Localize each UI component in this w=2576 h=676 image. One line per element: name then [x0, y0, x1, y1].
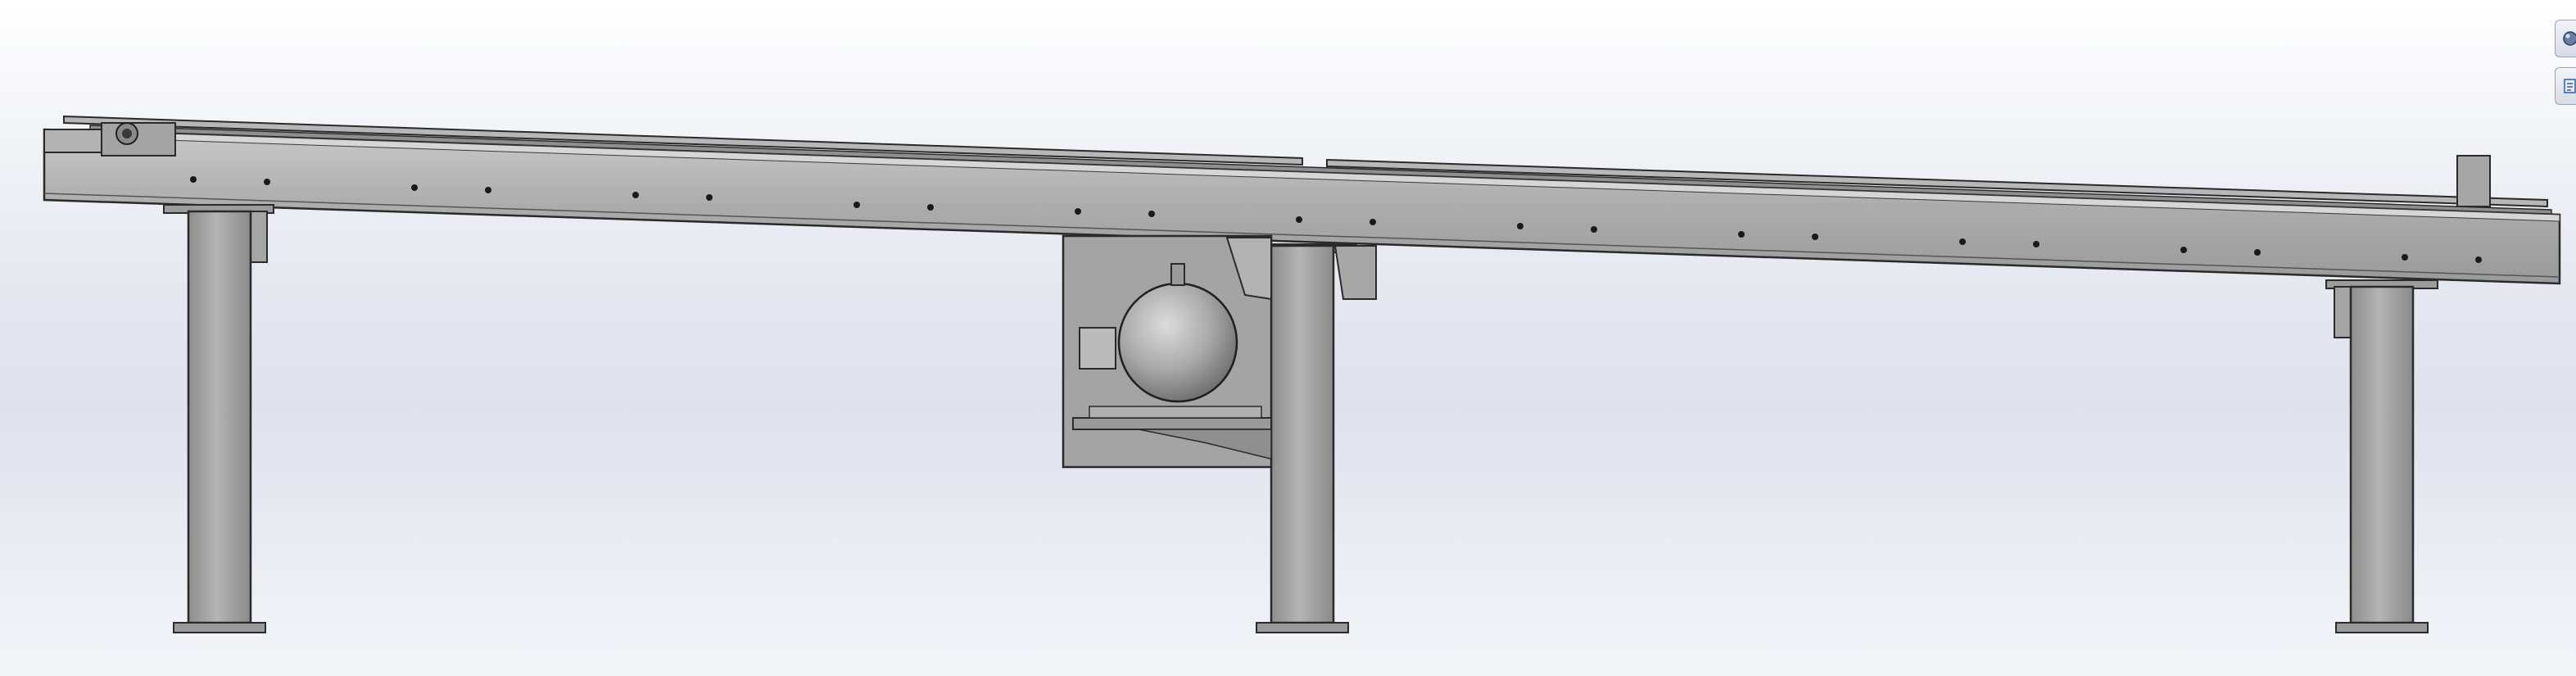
custom-properties-tab[interactable]	[2555, 67, 2576, 105]
conveyor-model[interactable]	[0, 0, 2576, 676]
right-leg	[2325, 279, 2438, 633]
drive-motor	[1062, 234, 1273, 469]
left-leg	[163, 204, 274, 633]
end-stop-block	[2456, 155, 2491, 207]
task-pane-tabs	[2551, 0, 2576, 115]
bearing-housing	[43, 122, 176, 157]
graphics-viewport[interactable]	[0, 0, 2576, 676]
appearances-tab[interactable]	[2555, 20, 2576, 57]
appearance-icon	[2563, 31, 2576, 46]
custom-properties-icon	[2564, 79, 2576, 93]
